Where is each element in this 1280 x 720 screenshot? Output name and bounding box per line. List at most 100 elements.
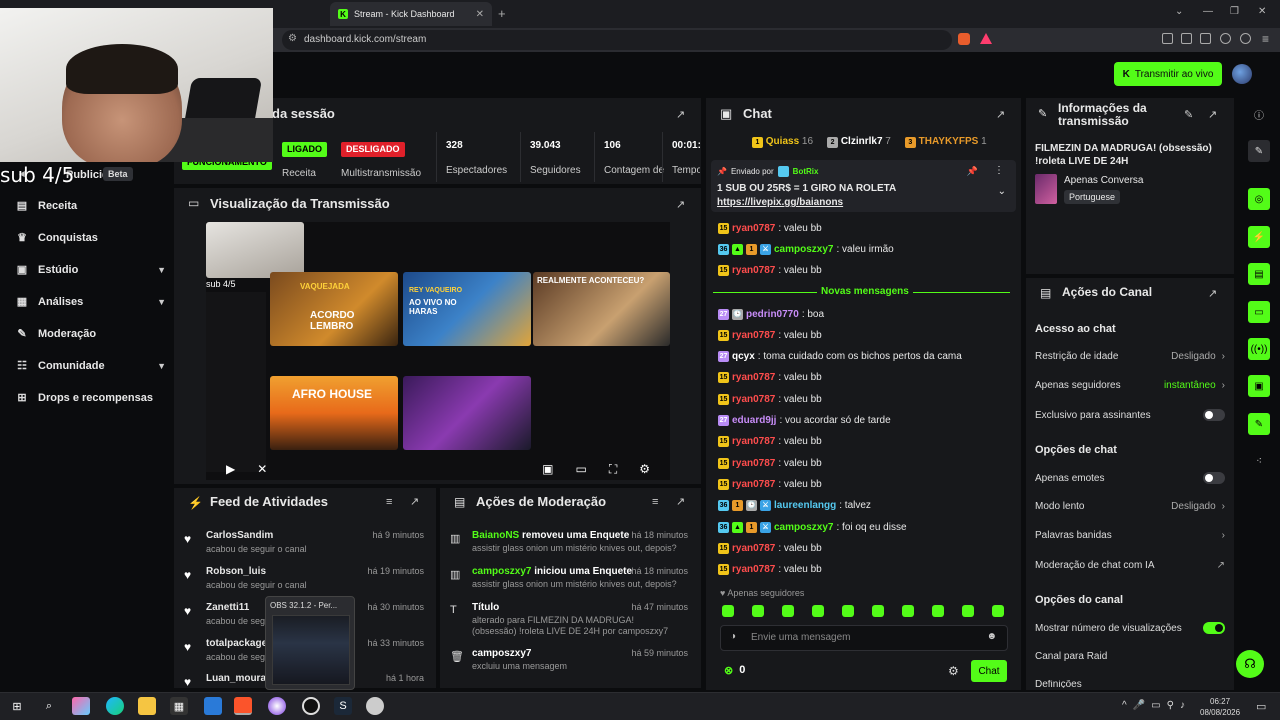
brave-shield-icon[interactable] <box>958 33 970 45</box>
show-views-toggle[interactable] <box>1203 622 1225 634</box>
send-chat-button[interactable]: Chat <box>971 660 1007 682</box>
emote-icon[interactable] <box>722 605 734 617</box>
chat-username[interactable]: ryan0787 <box>732 372 775 383</box>
gifter-1[interactable]: 1 Quiass 16 <box>752 136 813 148</box>
chat-username[interactable]: eduard9jj <box>732 415 776 426</box>
sidebar-item-drops[interactable]: ⊞ Drops e recompensas <box>16 388 186 408</box>
edge-icon[interactable] <box>106 697 124 715</box>
chat-username[interactable]: ryan0787 <box>732 564 775 575</box>
store-icon[interactable]: ▦ <box>170 697 188 715</box>
emote-icon[interactable] <box>902 605 914 617</box>
site-info-icon[interactable]: ⚙ <box>288 33 297 44</box>
obs-icon[interactable] <box>302 697 320 715</box>
filter-icon[interactable]: ≡ <box>652 496 658 508</box>
file-explorer-icon[interactable] <box>138 697 156 715</box>
extensions-icon[interactable] <box>1162 33 1173 44</box>
sidebar-item-moderacao[interactable]: ✎ Moderação <box>16 324 166 344</box>
emoji-icon[interactable]: ☻ <box>986 631 997 642</box>
more-icon[interactable]: ⋮ <box>994 165 1004 176</box>
popout-icon[interactable]: ↗ <box>996 108 1005 121</box>
gifter-3[interactable]: 3 THAYKYFPS 1 <box>904 136 987 148</box>
mute-icon[interactable]: ✕ <box>257 462 267 476</box>
chat-username[interactable]: ryan0787 <box>732 479 775 490</box>
slow-mode-row[interactable]: Modo lento Desligado › <box>1035 501 1225 512</box>
tab-list-icon[interactable]: ⌄ <box>1175 6 1183 17</box>
brave-icon[interactable] <box>234 697 252 715</box>
more-widgets-icon[interactable]: ⁖ <box>1248 450 1270 472</box>
emote-icon[interactable] <box>932 605 944 617</box>
chat-username[interactable]: laureenlangg <box>774 500 836 511</box>
leo-icon[interactable] <box>1220 33 1231 44</box>
wallet-icon[interactable] <box>1200 33 1211 44</box>
vpn-icon[interactable] <box>1240 33 1251 44</box>
notifications-icon[interactable]: ▭ <box>1256 700 1266 713</box>
raid-row[interactable]: Canal para Raid <box>1035 651 1225 662</box>
pip-icon[interactable]: ▣ <box>542 462 553 476</box>
sidebar-item-receita[interactable]: ▤ Receita <box>16 196 166 216</box>
feed-user[interactable]: Zanetti11 <box>206 602 249 613</box>
copilot-icon[interactable] <box>72 697 90 715</box>
popout-icon[interactable]: ↗ <box>676 198 685 211</box>
brave-rewards-icon[interactable] <box>980 33 992 44</box>
edit-icon[interactable]: ✎ <box>1184 108 1193 121</box>
broadcast-widget-icon[interactable]: ((•)) <box>1248 338 1270 360</box>
network-icon[interactable]: ⚲ <box>1167 700 1174 711</box>
popout-icon[interactable]: ↗ <box>1208 108 1217 121</box>
popout-icon[interactable]: ↗ <box>410 495 419 508</box>
sidebar-icon[interactable] <box>1181 33 1192 44</box>
discord-icon[interactable] <box>268 697 286 715</box>
chat-username[interactable]: ryan0787 <box>732 265 775 276</box>
steam-icon[interactable]: S <box>334 697 352 715</box>
go-live-button[interactable]: K Transmitir ao vivo <box>1114 62 1222 86</box>
chat-username[interactable]: ryan0787 <box>732 543 775 554</box>
theater-icon[interactable]: ▭ <box>575 462 586 476</box>
settings-row[interactable]: Definições <box>1035 680 1225 688</box>
mail-icon[interactable] <box>204 697 222 715</box>
chat-username[interactable]: ryan0787 <box>732 394 775 405</box>
fullscreen-icon[interactable]: ⛶ <box>609 462 617 477</box>
gifter-2[interactable]: 2 Clzinrlk7 7 <box>827 136 891 148</box>
stream-widget-icon[interactable]: ◎ <box>1248 188 1270 210</box>
popout-icon[interactable]: ↗ <box>1208 287 1217 300</box>
battery-icon[interactable]: ▭ <box>1151 700 1160 711</box>
close-tab-icon[interactable]: ✕ <box>476 9 484 20</box>
age-restriction-row[interactable]: Restrição de idade Desligado › <box>1035 351 1225 362</box>
sidebar-item-comunidade[interactable]: ☷ Comunidade ▼ <box>16 356 166 376</box>
minimize-icon[interactable]: — <box>1203 6 1213 17</box>
chat-input[interactable]: ◑ Envie uma mensagem ☻ <box>720 625 1008 651</box>
new-tab-icon[interactable]: + <box>498 6 506 21</box>
filter-icon[interactable]: ≡ <box>386 496 392 508</box>
followers-only-row[interactable]: Apenas seguidores instantâneo › <box>1035 380 1225 391</box>
emote-icon[interactable] <box>872 605 884 617</box>
chat-widget-icon[interactable]: ▭ <box>1248 301 1270 323</box>
info-icon[interactable]: ⓘ <box>1248 103 1270 125</box>
obs-preview-popup[interactable]: OBS 32.1.2 - Per... <box>265 596 355 690</box>
menu-icon[interactable]: ≡ <box>1262 32 1269 46</box>
unpin-icon[interactable]: 📌 <box>967 166 978 177</box>
moderation-widget-icon[interactable]: ▣ <box>1248 375 1270 397</box>
chat-username[interactable]: camposzxy7 <box>774 522 833 533</box>
pinned-message[interactable]: 📌 Enviado por BotRix 1 SUB OU 25R$ = 1 G… <box>711 160 1016 212</box>
kicks-balance[interactable]: ⊗ 0 <box>724 664 745 677</box>
emote-icon[interactable] <box>992 605 1004 617</box>
chevron-down-icon[interactable]: ⌄ <box>998 186 1006 197</box>
list-widget-icon[interactable]: ▤ <box>1248 263 1270 285</box>
subs-only-toggle[interactable] <box>1203 409 1225 421</box>
play-icon[interactable]: ▶ <box>226 462 235 476</box>
maximize-icon[interactable]: ❐ <box>1230 6 1239 17</box>
clock[interactable]: 06:27 08/08/2026 <box>1200 696 1240 718</box>
pinned-link[interactable]: https://livepix.gg/baianons <box>717 197 843 208</box>
ai-moderation-row[interactable]: Moderação de chat com IA ↗ <box>1035 560 1225 571</box>
chevron-up-icon[interactable]: ^ <box>1122 700 1127 711</box>
emote-icon[interactable] <box>812 605 824 617</box>
chat-username[interactable]: ryan0787 <box>732 458 775 469</box>
sidebar-item-estudio[interactable]: ▣ Estúdio ▼ <box>16 260 166 280</box>
sidebar-item-analises[interactable]: ▦ Análises ▼ <box>16 292 166 312</box>
close-window-icon[interactable]: ✕ <box>1258 6 1266 17</box>
mic-icon[interactable]: 🎤 <box>1133 700 1145 711</box>
tools-widget-icon[interactable]: ✎ <box>1248 413 1270 435</box>
feed-user[interactable]: Robson_luis <box>206 566 266 577</box>
bolt-widget-icon[interactable]: ⚡ <box>1248 226 1270 248</box>
system-tray[interactable]: ^ 🎤 ▭ ⚲ ♪ <box>1122 700 1185 711</box>
banned-words-row[interactable]: Palavras banidas › <box>1035 530 1225 541</box>
